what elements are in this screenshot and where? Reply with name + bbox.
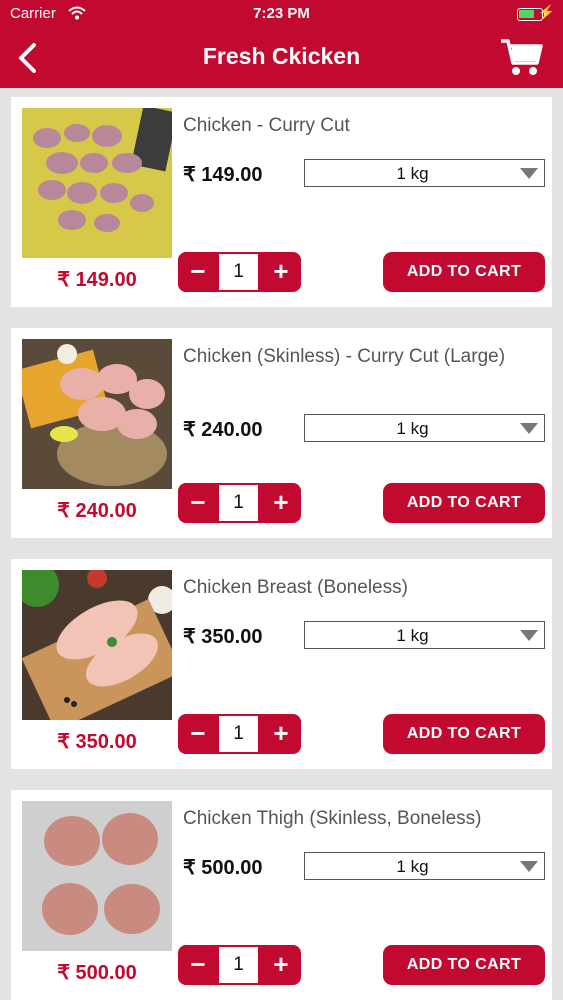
app-header: Carrier 7:23 PM ⚡ Fresh Ckicken <box>0 0 563 88</box>
quantity-stepper: − 1 + <box>178 483 301 523</box>
cart-button[interactable] <box>499 34 543 80</box>
status-bar: Carrier 7:23 PM ⚡ <box>0 0 563 28</box>
quantity-stepper: − 1 + <box>178 714 301 754</box>
add-to-cart-button[interactable]: ADD TO CART <box>383 483 545 523</box>
charging-icon: ⚡ <box>537 4 555 20</box>
decrease-quantity-button[interactable]: − <box>178 945 218 985</box>
dropdown-arrow-icon <box>520 630 538 641</box>
weight-dropdown[interactable]: 1 kg <box>304 159 545 187</box>
weight-dropdown[interactable]: 1 kg <box>304 621 545 649</box>
product-name: Chicken - Curry Cut <box>183 115 350 136</box>
add-to-cart-button[interactable]: ADD TO CART <box>383 714 545 754</box>
image-price: ₹ 500.00 <box>57 962 137 984</box>
weight-value: 1 kg <box>396 626 429 645</box>
quantity-stepper: − 1 + <box>178 945 301 985</box>
dropdown-arrow-icon <box>520 423 538 434</box>
increase-quantity-button[interactable]: + <box>261 483 301 523</box>
dropdown-arrow-icon <box>520 168 538 179</box>
product-card: ₹ 350.00 Chicken Breast (Boneless) ₹ 350… <box>11 559 552 769</box>
image-price: ₹ 350.00 <box>57 731 137 753</box>
product-price: ₹ 240.00 <box>183 419 263 441</box>
increase-quantity-button[interactable]: + <box>261 252 301 292</box>
product-name: Chicken (Skinless) - Curry Cut (Large) <box>183 346 506 367</box>
quantity-stepper: − 1 + <box>178 252 301 292</box>
image-price: ₹ 240.00 <box>57 500 137 522</box>
weight-value: 1 kg <box>396 419 429 438</box>
product-image[interactable] <box>22 801 172 951</box>
weight-value: 1 kg <box>396 857 429 876</box>
dropdown-arrow-icon <box>520 861 538 872</box>
product-price: ₹ 500.00 <box>183 857 263 879</box>
product-price: ₹ 350.00 <box>183 626 263 648</box>
decrease-quantity-button[interactable]: − <box>178 252 218 292</box>
product-price: ₹ 149.00 <box>183 164 263 186</box>
quantity-input[interactable]: 1 <box>219 254 258 290</box>
decrease-quantity-button[interactable]: − <box>178 483 218 523</box>
weight-dropdown[interactable]: 1 kg <box>304 414 545 442</box>
product-card: ₹ 240.00 Chicken (Skinless) - Curry Cut … <box>11 328 552 538</box>
battery-level <box>519 10 534 18</box>
product-image[interactable] <box>22 339 172 489</box>
add-to-cart-button[interactable]: ADD TO CART <box>383 252 545 292</box>
status-time: 7:23 PM <box>253 5 310 22</box>
quantity-input[interactable]: 1 <box>219 485 258 521</box>
product-name: Chicken Breast (Boneless) <box>183 577 408 598</box>
product-image[interactable] <box>22 570 172 720</box>
weight-dropdown[interactable]: 1 kg <box>304 852 545 880</box>
weight-value: 1 kg <box>396 164 429 183</box>
quantity-input[interactable]: 1 <box>219 716 258 752</box>
product-image[interactable] <box>22 108 172 258</box>
quantity-input[interactable]: 1 <box>219 947 258 983</box>
add-to-cart-button[interactable]: ADD TO CART <box>383 945 545 985</box>
increase-quantity-button[interactable]: + <box>261 714 301 754</box>
image-price: ₹ 149.00 <box>57 269 137 291</box>
product-name: Chicken Thigh (Skinless, Boneless) <box>183 808 482 829</box>
product-card: ₹ 500.00 Chicken Thigh (Skinless, Bonele… <box>11 790 552 1000</box>
increase-quantity-button[interactable]: + <box>261 945 301 985</box>
product-card: ₹ 149.00 Chicken - Curry Cut ₹ 149.00 1 … <box>11 97 552 307</box>
decrease-quantity-button[interactable]: − <box>178 714 218 754</box>
cart-icon <box>501 39 543 75</box>
page-title: Fresh Ckicken <box>202 43 361 69</box>
